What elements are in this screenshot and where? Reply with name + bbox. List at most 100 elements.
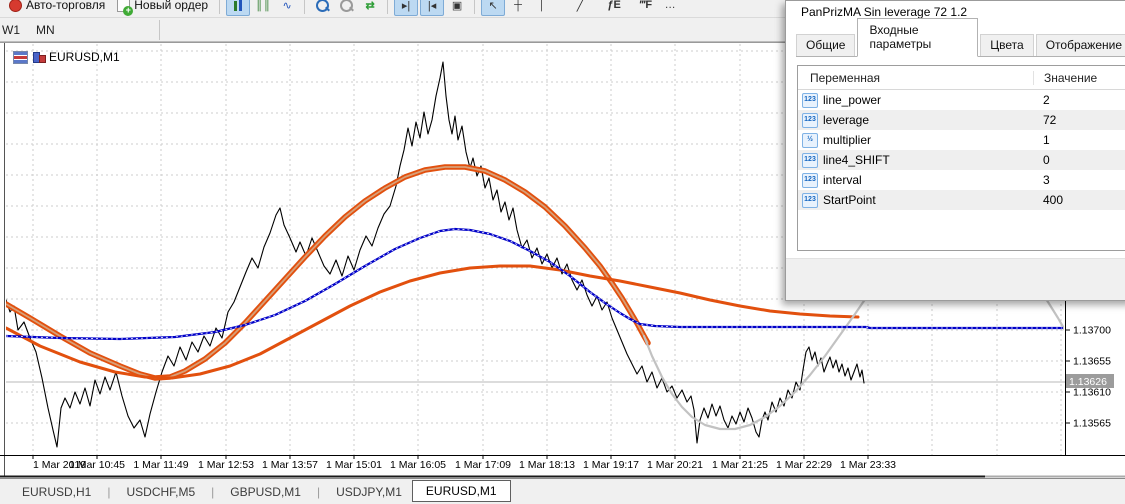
zoom-in-button[interactable] bbox=[311, 0, 333, 15]
numeric-param-icon: 123 bbox=[802, 172, 818, 188]
param-row-line_power[interactable]: 123 line_power 2 bbox=[798, 90, 1125, 110]
chart-symbol-label-group: EURUSD,M1 bbox=[13, 50, 120, 64]
time-axis-label: 1 Mar 21:25 bbox=[712, 459, 768, 471]
numeric-param-icon: 123 bbox=[802, 92, 818, 108]
param-value[interactable]: 72 bbox=[1033, 113, 1056, 127]
param-row-leverage[interactable]: 123 leverage 72 bbox=[798, 110, 1125, 130]
zoom-out-icon bbox=[339, 0, 353, 12]
chart-tab-usdjpy-m1[interactable]: USDJPY,M1 bbox=[326, 482, 412, 502]
dialog-title: PanPrizMA Sin leverage 72 1.2 bbox=[801, 5, 968, 19]
param-name: line4_SHIFT bbox=[823, 153, 890, 167]
param-row-multiplier[interactable]: ½ multiplier 1 bbox=[798, 130, 1125, 150]
column-header-variable: Переменная bbox=[810, 70, 880, 85]
metatrader-window: 1 Mar 2019 1 Mar 10:45 1 Mar 11:49 1 Mar 12… bbox=[0, 0, 1125, 504]
timeframe-w1-button[interactable]: W1 bbox=[0, 21, 28, 39]
numeric-param-icon: 123 bbox=[802, 152, 818, 168]
crosshair-icon: ┼ bbox=[514, 0, 522, 11]
dialog-footer bbox=[786, 258, 1125, 300]
auto-trading-label: Авто-торговля bbox=[26, 0, 106, 12]
new-order-label: Новый ордер bbox=[134, 0, 209, 12]
param-row-interval[interactable]: 123 interval 3 bbox=[798, 170, 1125, 190]
param-name: StartPoint bbox=[823, 193, 876, 207]
trendline-icon: ╱ bbox=[576, 0, 584, 12]
time-axis-label: 1 Mar 13:57 bbox=[262, 459, 318, 471]
new-order-button[interactable]: Новый ордер bbox=[112, 0, 213, 16]
auto-scroll-icon: ▸| bbox=[401, 0, 411, 12]
auto-scroll-button[interactable]: ▸| bbox=[394, 0, 419, 16]
price-axis-label: 1.13610 bbox=[1073, 387, 1111, 399]
param-name: leverage bbox=[823, 113, 870, 127]
cursor-icon: ↖ bbox=[488, 0, 498, 12]
param-name: line_power bbox=[823, 93, 882, 107]
chart-symbol-label: EURUSD,M1 bbox=[49, 50, 120, 64]
chart-tab-eurusd-h1[interactable]: EURUSD,H1 bbox=[12, 482, 101, 502]
auto-trading-icon bbox=[9, 0, 22, 12]
column-header-value: Значение bbox=[1033, 70, 1097, 85]
bar-chart-icon: ║║ bbox=[255, 0, 271, 11]
tab-divider: | bbox=[211, 485, 215, 499]
dialog-tab-visualization[interactable]: Отображение bbox=[1035, 34, 1125, 56]
param-value[interactable]: 0 bbox=[1033, 153, 1050, 167]
time-axis-label: 1 Mar 17:09 bbox=[455, 459, 511, 471]
bar-chart-button[interactable]: ║║ bbox=[252, 0, 274, 15]
param-name: interval bbox=[823, 173, 862, 187]
fibonacci-button[interactable]: ƒE bbox=[603, 0, 625, 15]
numeric-param-icon: 123 bbox=[802, 192, 818, 208]
line-chart-button[interactable]: ∿ bbox=[276, 0, 298, 15]
time-axis-label: 1 Mar 20:21 bbox=[647, 459, 703, 471]
new-order-icon bbox=[117, 0, 134, 16]
indicator-properties-dialog: PanPrizMA Sin leverage 72 1.2 Общие Входн… bbox=[785, 0, 1125, 301]
tab-divider: | bbox=[316, 485, 321, 499]
param-row-StartPoint[interactable]: 123 StartPoint 400 bbox=[798, 190, 1125, 210]
param-value[interactable]: 2 bbox=[1033, 93, 1050, 107]
time-axis-label: 1 Mar 16:05 bbox=[390, 459, 446, 471]
chart-shift-icon: |◂ bbox=[427, 0, 437, 12]
chart-tab-gbpusd-m1[interactable]: GBPUSD,M1 bbox=[220, 482, 311, 502]
candlestick-chart-button[interactable] bbox=[226, 0, 251, 16]
price-axis-label: 1.13700 bbox=[1073, 325, 1111, 337]
text-tool-button[interactable]: ‴F bbox=[635, 0, 657, 15]
param-row-line4_SHIFT[interactable]: 123 line4_SHIFT 0 bbox=[798, 150, 1125, 170]
vertical-line-button[interactable]: │ bbox=[531, 0, 553, 15]
cursor-button[interactable]: ↖ bbox=[481, 0, 506, 16]
time-axis-label: 1 Mar 12:53 bbox=[198, 459, 254, 471]
save-profile-icon: ▣ bbox=[451, 0, 463, 12]
param-value[interactable]: 3 bbox=[1033, 173, 1050, 187]
timeframe-mn-button[interactable]: MN bbox=[28, 21, 63, 39]
param-value[interactable]: 1 bbox=[1033, 133, 1050, 147]
text-tool-icon: ‴F bbox=[640, 0, 653, 11]
dialog-tab-inputs[interactable]: Входные параметры bbox=[857, 18, 979, 57]
save-profile-button[interactable]: ▣ bbox=[446, 0, 468, 15]
time-axis-label: 1 Mar 23:33 bbox=[840, 459, 896, 471]
time-axis-label: 1 Mar 10:45 bbox=[69, 459, 125, 471]
vertical-line-icon: │ bbox=[538, 0, 546, 11]
chart-table-icon bbox=[13, 50, 28, 64]
dialog-tab-colors[interactable]: Цвета bbox=[980, 34, 1034, 56]
tile-windows-button[interactable]: ⇄ bbox=[359, 0, 381, 15]
dialog-tab-common[interactable]: Общие bbox=[796, 34, 856, 56]
dialog-tab-strip: Общие Входные параметры Цвета Отображение bbox=[796, 18, 1125, 57]
auto-trading-button[interactable]: Авто-торговля bbox=[4, 0, 110, 14]
time-axis-label: 1 Mar 22:29 bbox=[776, 459, 832, 471]
fibonacci-icon: ƒE bbox=[607, 0, 621, 11]
chart-tab-usdchf-m5[interactable]: USDCHF,M5 bbox=[116, 482, 205, 502]
current-price-badge-label: 1.13626 bbox=[1069, 376, 1107, 388]
chart-tab-eurusd-m1[interactable]: EURUSD,M1 bbox=[411, 480, 511, 502]
crosshair-button[interactable]: ┼ bbox=[507, 0, 529, 15]
more-tools-button[interactable]: … bbox=[659, 0, 681, 15]
parameters-table: Переменная Значение 123 line_power 2 123 lev… bbox=[797, 65, 1125, 251]
zoom-out-button[interactable] bbox=[335, 0, 357, 15]
tile-windows-icon: ⇄ bbox=[365, 0, 375, 12]
param-value[interactable]: 400 bbox=[1033, 193, 1063, 207]
price-axis-label: 1.13565 bbox=[1073, 418, 1111, 430]
chart-tab-bar: EURUSD,H1 | USDCHF,M5 | GBPUSD,M1 | USDJPY,M1 E… bbox=[0, 478, 1125, 504]
more-tools-icon: … bbox=[664, 0, 676, 11]
numeric-param-icon: ½ bbox=[802, 132, 818, 148]
chart-shift-button[interactable]: |◂ bbox=[420, 0, 445, 16]
time-axis-label: 1 Mar 18:13 bbox=[519, 459, 575, 471]
param-name: multiplier bbox=[823, 133, 872, 147]
time-axis-label: 1 Mar 11:49 bbox=[133, 459, 188, 471]
candlestick-chart-icon bbox=[234, 0, 243, 11]
trendline-button[interactable]: ╱ bbox=[569, 0, 591, 15]
parameters-table-header: Переменная Значение bbox=[798, 66, 1125, 90]
